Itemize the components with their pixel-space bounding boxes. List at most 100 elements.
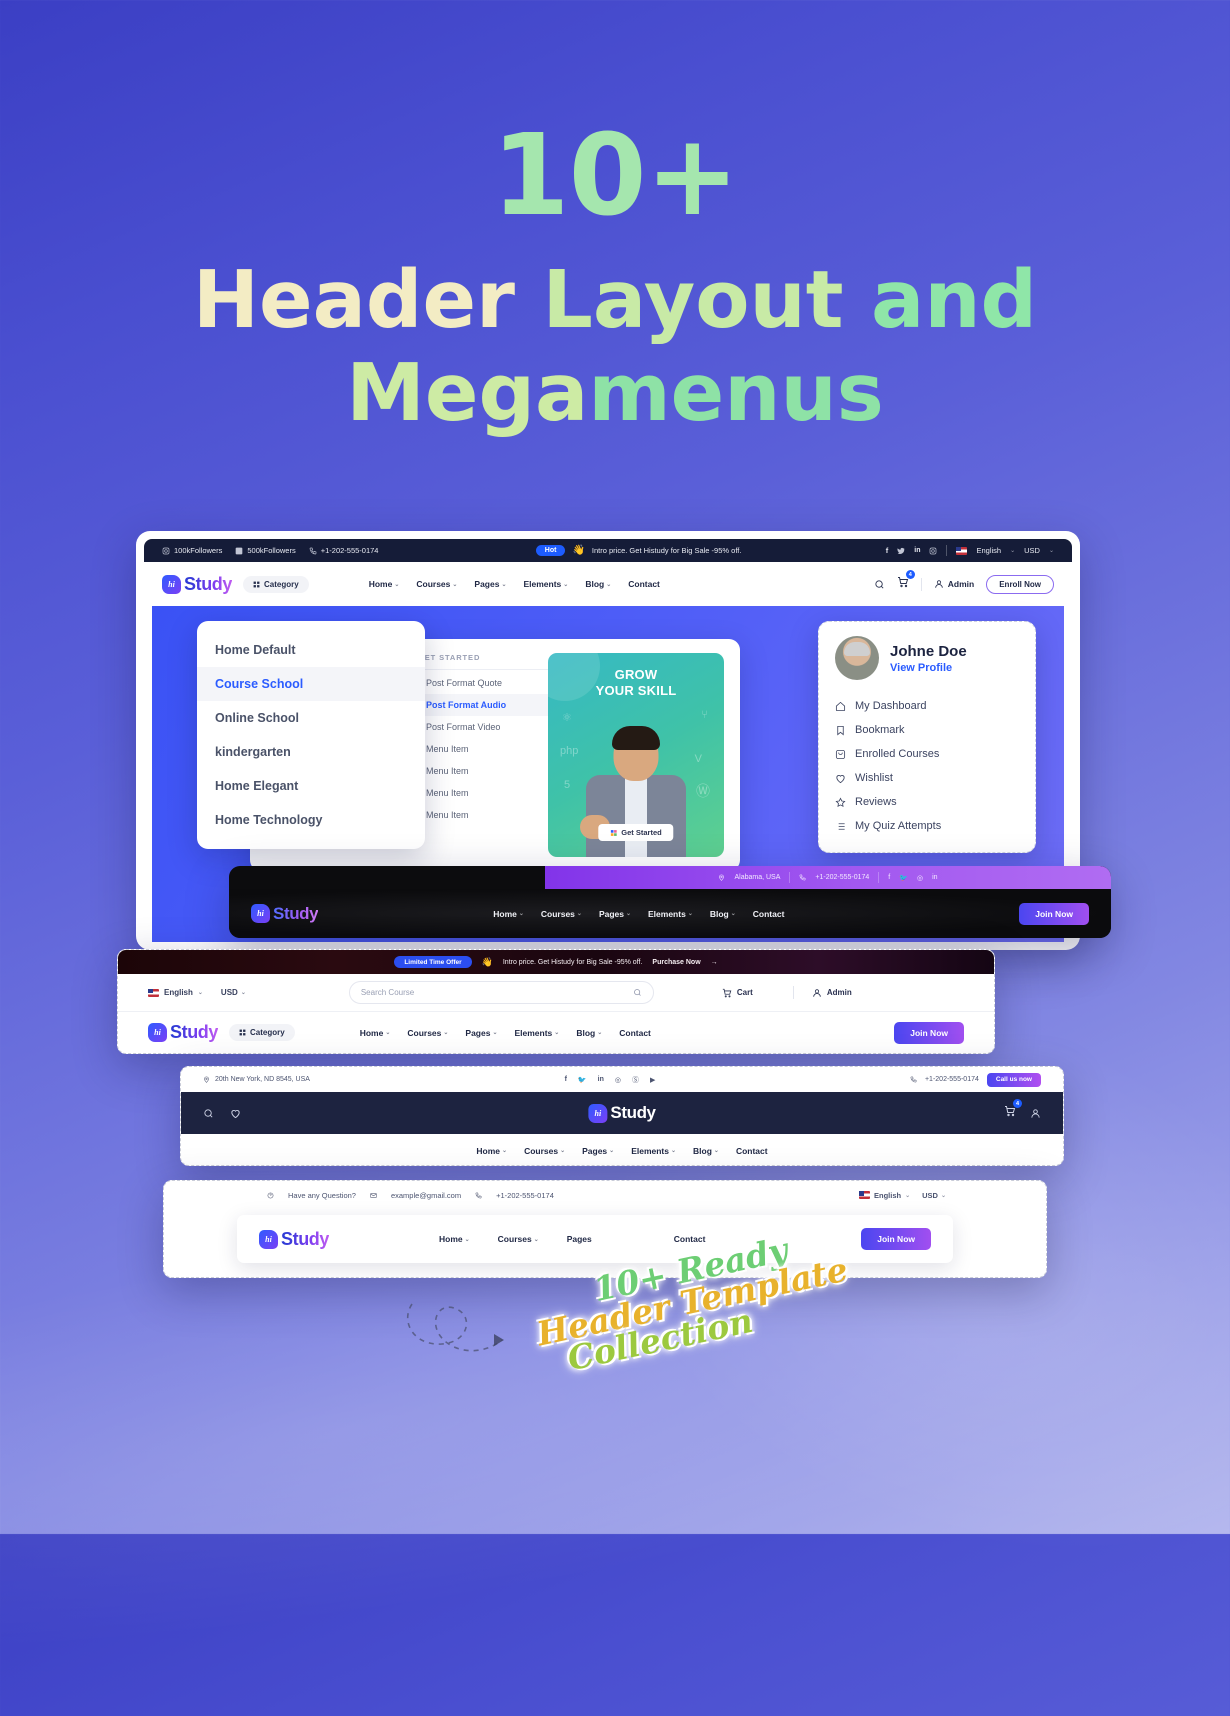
header2-phone[interactable]: +1-202-555-0174 xyxy=(815,874,869,881)
profile-item-wishlist[interactable]: Wishlist xyxy=(835,766,1019,790)
phone-contact[interactable]: +1-202-555-0174 xyxy=(309,546,378,555)
megamenu-home-item[interactable]: Online School xyxy=(197,701,425,735)
cart-button[interactable]: 4 xyxy=(1004,1099,1022,1122)
wordpress-icon: Ⓦ xyxy=(696,783,710,799)
youtube-icon[interactable]: ▶ xyxy=(650,1076,655,1084)
megamenu-home-item[interactable]: Home Elegant xyxy=(197,769,425,803)
facebook-icon[interactable]: f xyxy=(888,874,890,881)
purchase-now-link[interactable]: Purchase Now xyxy=(652,959,700,966)
logo[interactable]: hi Study xyxy=(588,1103,656,1123)
nav-item-elements[interactable]: Elements ⌄ xyxy=(523,579,568,589)
logo[interactable]: hi Study xyxy=(162,574,232,595)
join-now-button[interactable]: Join Now xyxy=(861,1228,931,1250)
header5-phone[interactable]: +1-202-555-0174 xyxy=(496,1191,554,1200)
nav-item-elements[interactable]: Elements ⌄ xyxy=(514,1028,559,1038)
twitter-icon[interactable] xyxy=(897,547,905,555)
nav-item-pages[interactable]: Pages ⌄ xyxy=(582,1146,614,1156)
nav-item-courses[interactable]: Courses ⌄ xyxy=(541,909,582,919)
nav-item-courses[interactable]: Courses ⌄ xyxy=(524,1146,565,1156)
search-input[interactable]: Search Course xyxy=(348,981,654,1004)
account-button[interactable]: Admin xyxy=(812,988,852,998)
profile-item-reviews[interactable]: Reviews xyxy=(835,790,1019,814)
header5-email[interactable]: example@gmail.com xyxy=(391,1191,461,1200)
chevron-down-icon: ⌄ xyxy=(518,911,524,917)
megamenu-home-item[interactable]: Home Default xyxy=(197,633,425,667)
cart-badge: 4 xyxy=(905,570,915,579)
megamenu-home-item[interactable]: kindergarten xyxy=(197,735,425,769)
search-icon[interactable] xyxy=(874,579,885,590)
logo[interactable]: hi Study xyxy=(259,1229,329,1250)
call-us-now-button[interactable]: Call us now xyxy=(986,1072,1041,1087)
nav-item-home[interactable]: Home ⌄ xyxy=(369,579,400,589)
nav-item-pages[interactable]: Pages xyxy=(567,1234,592,1244)
instagram-followers[interactable]: 100kFollowers xyxy=(162,546,222,555)
currency-selector[interactable]: USD ⌄ xyxy=(221,988,246,997)
language-selector[interactable]: English ⌄ xyxy=(148,988,203,997)
nav-item-blog[interactable]: Blog ⌄ xyxy=(710,909,736,919)
twitter-icon[interactable]: 🐦 xyxy=(578,1076,587,1084)
account-button[interactable]: Admin xyxy=(934,579,974,589)
get-started-button[interactable]: Get Started xyxy=(598,824,674,841)
nav-item-blog[interactable]: Blog ⌄ xyxy=(693,1146,719,1156)
nav-item-elements[interactable]: Elements ⌄ xyxy=(648,909,693,919)
nav-item-home[interactable]: Home ⌄ xyxy=(493,909,524,919)
linkedin-icon[interactable]: in xyxy=(598,1076,604,1083)
nav-item-pages[interactable]: Pages ⌄ xyxy=(599,909,631,919)
logo[interactable]: hi Study xyxy=(251,904,319,924)
nav-item-contact[interactable]: Contact xyxy=(619,1028,651,1038)
instagram-icon[interactable]: ◎ xyxy=(917,874,923,882)
view-profile-link[interactable]: View Profile xyxy=(890,662,967,674)
header4-phone[interactable]: +1-202-555-0174 xyxy=(925,1076,979,1083)
search-icon[interactable] xyxy=(203,1108,214,1119)
heart-icon[interactable] xyxy=(230,1108,241,1119)
nav-item-courses[interactable]: Courses ⌄ xyxy=(498,1234,539,1244)
instagram-share-icon[interactable] xyxy=(929,547,937,555)
nav-item-contact[interactable]: Contact xyxy=(628,579,660,589)
twitter-icon[interactable]: 🐦 xyxy=(899,874,908,882)
cart-button[interactable]: Cart xyxy=(722,988,753,998)
currency-selector[interactable]: USD ⌄ xyxy=(922,1191,946,1200)
megamenu-home-item[interactable]: Home Technology xyxy=(197,803,425,837)
nav-label: Pages xyxy=(474,579,500,589)
facebook-share-icon[interactable]: f xyxy=(886,546,889,555)
linkedin-icon[interactable]: in xyxy=(932,874,937,881)
nav-item-blog[interactable]: Blog ⌄ xyxy=(585,579,611,589)
nav-item-pages[interactable]: Pages ⌄ xyxy=(465,1028,497,1038)
join-now-button[interactable]: Join Now xyxy=(894,1021,964,1044)
megamenu-promo-card[interactable]: GROW YOUR SKILL ⚛ ⑂ php V 5 Ⓦ Get Starte… xyxy=(548,653,724,857)
nav-item-pages[interactable]: Pages ⌄ xyxy=(474,579,506,589)
nav-label: Contact xyxy=(628,579,660,589)
profile-item-enrolled-courses[interactable]: Enrolled Courses xyxy=(835,742,1019,766)
enroll-now-button[interactable]: Enroll Now xyxy=(986,574,1054,594)
profile-item-quiz-attempts[interactable]: My Quiz Attempts xyxy=(835,814,1019,838)
nav-item-contact[interactable]: Contact xyxy=(736,1146,768,1156)
cart-button[interactable]: 4 xyxy=(897,570,915,593)
header5-question: Have any Question? xyxy=(288,1190,356,1200)
instagram-icon[interactable]: ◎ xyxy=(615,1076,621,1084)
profile-item-dashboard[interactable]: My Dashboard xyxy=(835,694,1019,718)
currency-selector[interactable]: USD xyxy=(1024,546,1040,555)
logo-text: Study xyxy=(170,1022,219,1042)
megamenu-home-item-active[interactable]: Course School xyxy=(197,667,425,701)
nav-item-home[interactable]: Home ⌄ xyxy=(439,1234,470,1244)
category-button[interactable]: Category xyxy=(243,575,309,593)
language-selector[interactable]: English ⌄ xyxy=(859,1191,910,1200)
nav-item-contact[interactable]: Contact xyxy=(753,909,785,919)
user-icon[interactable] xyxy=(1030,1108,1041,1119)
join-now-button[interactable]: Join Now xyxy=(1019,902,1089,925)
nav-item-home[interactable]: Home ⌄ xyxy=(476,1146,507,1156)
nav-item-contact[interactable]: Contact xyxy=(674,1234,706,1244)
nav-item-blog[interactable]: Blog ⌄ xyxy=(576,1028,602,1038)
skype-icon[interactable]: Ⓢ xyxy=(632,1075,639,1085)
profile-item-bookmark[interactable]: Bookmark xyxy=(835,718,1019,742)
nav-item-courses[interactable]: Courses ⌄ xyxy=(407,1028,448,1038)
language-selector[interactable]: English xyxy=(976,546,1001,555)
linkedin-icon[interactable]: in xyxy=(914,547,920,554)
nav-item-elements[interactable]: Elements ⌄ xyxy=(631,1146,676,1156)
nav-item-home[interactable]: Home ⌄ xyxy=(360,1028,391,1038)
nav-item-courses[interactable]: Courses ⌄ xyxy=(416,579,457,589)
logo[interactable]: hi Study xyxy=(148,1022,218,1043)
category-button[interactable]: Category xyxy=(229,1024,295,1041)
facebook-followers[interactable]: 500kFollowers xyxy=(235,546,296,555)
facebook-icon[interactable]: f xyxy=(565,1076,567,1083)
